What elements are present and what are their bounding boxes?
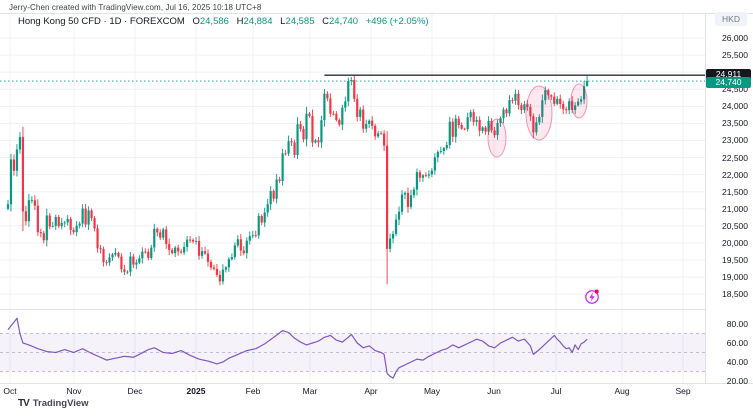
time-tick-label: Aug: [614, 386, 629, 396]
time-tick-label: Jun: [487, 386, 501, 396]
currency-badge[interactable]: HKD: [715, 12, 747, 26]
time-tick-label: 2025: [187, 386, 206, 396]
price-tick-label: 23,000: [708, 135, 748, 145]
symbol-legend[interactable]: Hong Kong 50 CFD · 1D · FOREXCOM O24,586…: [18, 16, 429, 27]
annotation-ellipse[interactable]: [571, 84, 587, 118]
tradingview-logo-icon: TV: [18, 398, 29, 409]
tradingview-snapshot: Jerry-Chen created with TradingView.com,…: [0, 0, 753, 417]
annotation-ellipse[interactable]: [526, 86, 552, 140]
price-tick-label: 18,500: [708, 289, 748, 299]
price-tick-label: 22,000: [708, 170, 748, 180]
tradingview-logo[interactable]: TV TradingView: [18, 398, 89, 409]
time-tick-label: Apr: [364, 386, 377, 396]
time-tick-label: May: [424, 386, 440, 396]
time-tick-label: Sep: [675, 386, 690, 396]
price-tick-label: 19,000: [708, 272, 748, 282]
time-tick-label: Dec: [127, 386, 142, 396]
price-tick-label: 26,000: [708, 33, 748, 43]
price-tick-label: 23,500: [708, 118, 748, 128]
price-tick-label: 22,500: [708, 153, 748, 163]
rsi-tick-label: 80.00: [708, 319, 748, 329]
candlestick-chart-canvas[interactable]: [0, 0, 753, 417]
change-value: +496 (+2.05%): [366, 16, 429, 27]
rsi-tick-label: 40.00: [708, 357, 748, 367]
rsi-tick-label: 20.00: [708, 376, 748, 386]
price-tick-label: 24,000: [708, 101, 748, 111]
tradingview-logo-text: TradingView: [33, 398, 89, 409]
time-tick-label: Jul: [551, 386, 562, 396]
price-tick-label: 19,500: [708, 255, 748, 265]
high-value: 24,884: [243, 16, 272, 27]
open-label: O: [192, 16, 199, 27]
open-value: 24,586: [200, 16, 229, 27]
last-price-label: 24,740: [706, 77, 751, 88]
time-tick-label: Oct: [3, 386, 16, 396]
price-tick-label: 21,500: [708, 187, 748, 197]
low-value: 24,585: [285, 16, 314, 27]
rsi-tick-label: 60.00: [708, 338, 748, 348]
symbol-title: Hong Kong 50 CFD · 1D · FOREXCOM: [18, 16, 185, 27]
price-tick-label: 20,000: [708, 238, 748, 248]
price-tick-label: 21,000: [708, 204, 748, 214]
bolt-marker-icon[interactable]: [586, 290, 599, 304]
time-tick-label: Mar: [303, 386, 318, 396]
price-tick-label: 25,500: [708, 50, 748, 60]
time-tick-label: Nov: [66, 386, 81, 396]
time-tick-label: Feb: [246, 386, 261, 396]
annotation-ellipse[interactable]: [488, 119, 506, 157]
close-value: 24,740: [329, 16, 358, 27]
price-tick-label: 20,500: [708, 221, 748, 231]
close-label: C: [322, 16, 329, 27]
